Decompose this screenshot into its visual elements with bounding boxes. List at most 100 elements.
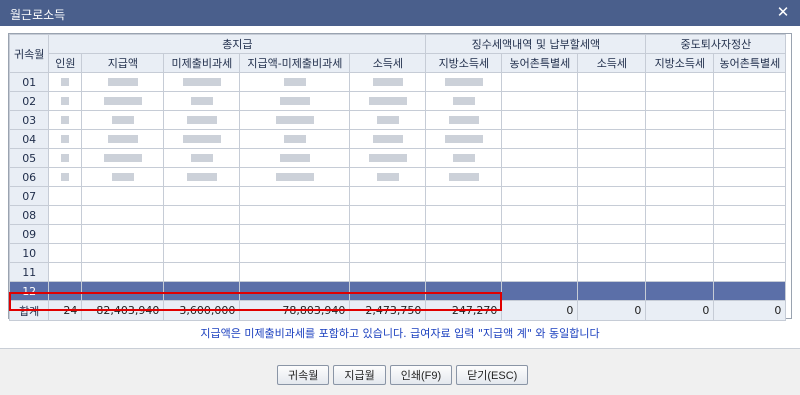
data-cell[interactable]: [645, 72, 715, 92]
data-cell[interactable]: [349, 72, 427, 92]
data-cell[interactable]: [501, 281, 579, 301]
data-cell[interactable]: [645, 262, 715, 282]
data-cell[interactable]: [48, 91, 83, 111]
data-cell[interactable]: [501, 72, 579, 92]
data-cell[interactable]: [501, 205, 579, 225]
data-cell[interactable]: [713, 167, 787, 187]
month-cell[interactable]: 07: [8, 186, 50, 206]
data-cell[interactable]: [163, 281, 241, 301]
data-cell[interactable]: [645, 205, 715, 225]
data-cell[interactable]: [713, 224, 787, 244]
data-cell[interactable]: [577, 281, 647, 301]
data-cell[interactable]: [501, 148, 579, 168]
data-cell[interactable]: [48, 224, 83, 244]
data-cell[interactable]: [48, 186, 83, 206]
data-cell[interactable]: [239, 72, 351, 92]
month-row[interactable]: 12: [8, 281, 787, 301]
data-cell[interactable]: [713, 72, 787, 92]
data-cell[interactable]: [425, 129, 503, 149]
data-cell[interactable]: [349, 129, 427, 149]
data-cell[interactable]: [713, 110, 787, 130]
data-cell[interactable]: [645, 243, 715, 263]
month-row[interactable]: 07: [8, 186, 787, 206]
data-cell[interactable]: [48, 281, 83, 301]
data-cell[interactable]: [48, 148, 83, 168]
data-cell[interactable]: [713, 148, 787, 168]
data-cell[interactable]: [425, 91, 503, 111]
month-row[interactable]: 05: [8, 148, 787, 168]
data-cell[interactable]: [48, 205, 83, 225]
data-cell[interactable]: [349, 167, 427, 187]
month-cell[interactable]: 12: [8, 281, 50, 301]
data-cell[interactable]: [239, 91, 351, 111]
month-row[interactable]: 09: [8, 224, 787, 244]
data-cell[interactable]: [645, 129, 715, 149]
data-cell[interactable]: [425, 243, 503, 263]
data-cell[interactable]: [81, 91, 165, 111]
data-cell[interactable]: [425, 281, 503, 301]
data-cell[interactable]: [501, 91, 579, 111]
data-cell[interactable]: [349, 262, 427, 282]
data-cell[interactable]: [163, 243, 241, 263]
data-cell[interactable]: [48, 167, 83, 187]
data-cell[interactable]: [81, 243, 165, 263]
data-cell[interactable]: [48, 110, 83, 130]
data-cell[interactable]: [239, 281, 351, 301]
data-cell[interactable]: [425, 110, 503, 130]
data-cell[interactable]: [239, 224, 351, 244]
data-cell[interactable]: [577, 72, 647, 92]
data-cell[interactable]: [713, 91, 787, 111]
month-row[interactable]: 06: [8, 167, 787, 187]
data-cell[interactable]: [501, 110, 579, 130]
print-button[interactable]: 인쇄(F9): [389, 365, 453, 385]
month-cell[interactable]: 09: [8, 224, 50, 244]
data-cell[interactable]: [425, 224, 503, 244]
data-cell[interactable]: [239, 148, 351, 168]
data-cell[interactable]: [163, 129, 241, 149]
month-row[interactable]: 08: [8, 205, 787, 225]
data-cell[interactable]: [577, 243, 647, 263]
data-cell[interactable]: [48, 243, 83, 263]
data-cell[interactable]: [501, 224, 579, 244]
data-cell[interactable]: [349, 224, 427, 244]
month-row[interactable]: 03: [8, 110, 787, 130]
data-cell[interactable]: [577, 91, 647, 111]
data-cell[interactable]: [577, 262, 647, 282]
data-cell[interactable]: [239, 167, 351, 187]
data-cell[interactable]: [577, 167, 647, 187]
data-cell[interactable]: [163, 91, 241, 111]
close-button[interactable]: 닫기(ESC): [456, 365, 529, 385]
data-cell[interactable]: [577, 110, 647, 130]
data-cell[interactable]: [239, 205, 351, 225]
data-cell[interactable]: [645, 281, 715, 301]
month-row[interactable]: 01: [8, 72, 787, 92]
data-cell[interactable]: [349, 186, 427, 206]
month-cell[interactable]: 01: [8, 72, 50, 92]
data-cell[interactable]: [81, 110, 165, 130]
data-cell[interactable]: [501, 243, 579, 263]
data-cell[interactable]: [713, 129, 787, 149]
month-cell[interactable]: 10: [8, 243, 50, 263]
data-cell[interactable]: [163, 110, 241, 130]
month-cell[interactable]: 11: [8, 262, 50, 282]
month-row[interactable]: 10: [8, 243, 787, 263]
data-cell[interactable]: [81, 72, 165, 92]
data-cell[interactable]: [501, 262, 579, 282]
data-cell[interactable]: [163, 167, 241, 187]
data-cell[interactable]: [425, 262, 503, 282]
month-row[interactable]: 04: [8, 129, 787, 149]
month-button[interactable]: 귀속월: [277, 365, 330, 385]
data-cell[interactable]: [48, 262, 83, 282]
data-cell[interactable]: [425, 186, 503, 206]
data-cell[interactable]: [425, 72, 503, 92]
data-cell[interactable]: [81, 262, 165, 282]
data-cell[interactable]: [501, 167, 579, 187]
data-cell[interactable]: [81, 186, 165, 206]
data-cell[interactable]: [577, 205, 647, 225]
month-cell[interactable]: 03: [8, 110, 50, 130]
data-cell[interactable]: [81, 281, 165, 301]
data-cell[interactable]: [713, 205, 787, 225]
data-cell[interactable]: [713, 186, 787, 206]
data-cell[interactable]: [349, 281, 427, 301]
data-cell[interactable]: [81, 205, 165, 225]
